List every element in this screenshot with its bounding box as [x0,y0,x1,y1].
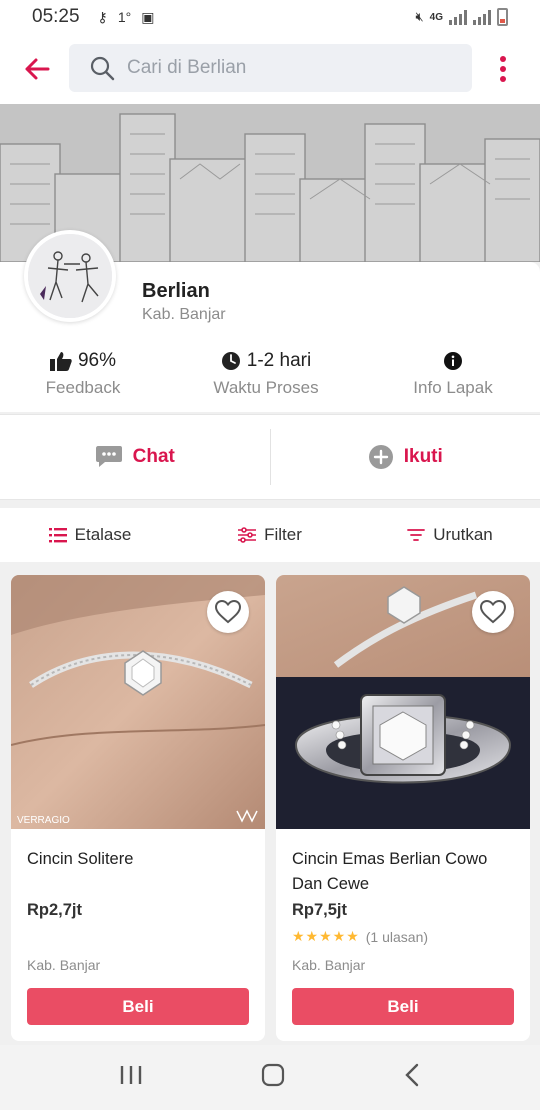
shop-profile-card: Berlian Kab. Banjar 96% Feedback 1-2 har… [0,230,540,412]
product-location: Kab. Banjar [292,957,366,973]
signal-icon [449,9,467,25]
mute-icon: 🔇︎ [415,9,424,24]
chevron-left-icon [405,1063,419,1087]
recent-apps-icon [120,1066,142,1084]
system-nav-bar [0,1045,540,1110]
shop-actions: Chat Ikuti [0,414,540,500]
signal-icon-2 [473,9,491,25]
product-price: Rp7,5jt [292,901,348,919]
follow-button[interactable]: Ikuti [271,415,540,499]
recent-apps-button[interactable] [119,1064,143,1091]
product-toolbar: Etalase Filter Urutkan [0,508,540,562]
product-name[interactable]: Cincin Emas Berlian Cowo Dan Cewe [292,847,518,897]
notification-icon: ▣ [141,8,155,25]
processing-time-label: Waktu Proses [213,378,319,397]
shop-name: Berlian [142,280,210,302]
clock-icon [221,352,240,370]
product-image[interactable]: VERRAGIO [11,575,265,829]
sliders-icon [238,527,257,543]
product-name[interactable]: Cincin Solitere [27,847,253,872]
home-button[interactable] [261,1063,285,1092]
key-icon: ⚷ [97,8,108,25]
list-icon [48,528,67,543]
review-count: (1 ulasan) [365,928,429,945]
chat-bubble-icon [95,446,122,467]
search-bar[interactable] [69,44,472,92]
network-type: 4G [429,11,443,23]
system-back-button[interactable] [403,1063,421,1092]
buy-button[interactable]: Beli [292,988,514,1025]
shop-info-label: Info Lapak [413,378,493,397]
search-icon [90,56,115,81]
sort-icon [407,529,426,541]
feedback-value: 96% [77,350,117,371]
stat-feedback: 96% Feedback [20,348,146,398]
feedback-label: Feedback [45,378,121,397]
stat-processing-time: 1-2 hari Waktu Proses [196,348,336,398]
shop-avatar[interactable] [24,230,116,322]
more-options-button[interactable] [493,54,513,84]
wishlist-button[interactable] [472,591,514,633]
info-icon [444,352,462,370]
battery-icon [497,8,508,26]
heart-icon [215,600,241,624]
wishlist-button[interactable] [207,591,249,633]
thumbs-up-icon [49,352,72,371]
verragio-watermark: VERRAGIO [17,815,70,826]
product-card[interactable]: Cincin Emas Berlian Cowo Dan Cewe Rp7,5j… [276,575,530,1041]
processing-time-value: 1-2 hari [246,350,312,371]
star-rating-icon: ★★★★★ [292,928,360,944]
sort-label: Urutkan [433,525,493,544]
shop-location: Kab. Banjar [142,306,226,323]
status-time: 05:25 [32,6,80,27]
status-bar: 05:25 ⚷ 1° ▣ 🔇︎ 4G [0,0,540,34]
filter-label: Filter [264,525,302,544]
product-rating: ★★★★★ (1 ulasan) [292,928,428,945]
product-price: Rp2,7jt [27,901,83,919]
sort-button[interactable]: Urutkan [360,508,540,562]
heart-icon [480,600,506,624]
home-icon [261,1063,285,1087]
etalase-label: Etalase [74,525,132,544]
chat-label: Chat [132,446,175,467]
stat-shop-info[interactable]: Info Lapak [393,348,513,398]
etalase-button[interactable]: Etalase [0,508,180,562]
sketch-figures-image [28,234,112,318]
temperature-indicator: 1° [117,9,132,25]
product-card[interactable]: VERRAGIO Cincin Solitere Rp2,7jt Kab. Ba… [11,575,265,1041]
product-location: Kab. Banjar [27,957,101,973]
follow-label: Ikuti [403,446,443,467]
back-button[interactable] [22,54,52,84]
plus-circle-icon [368,445,393,469]
chat-button[interactable]: Chat [0,415,270,499]
search-input[interactable] [127,57,457,79]
top-bar [0,34,540,104]
product-image[interactable] [276,575,530,829]
filter-button[interactable]: Filter [180,508,360,562]
buy-button[interactable]: Beli [27,988,249,1025]
arrow-left-icon [25,58,50,80]
